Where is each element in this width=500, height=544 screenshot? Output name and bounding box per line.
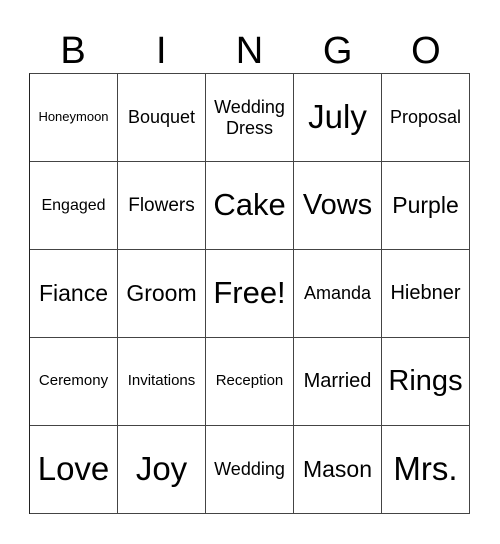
bingo-cell[interactable]: Ceremony xyxy=(30,338,118,426)
header-letter-o: O xyxy=(411,30,441,72)
cell-text: Love xyxy=(37,450,110,488)
cell-text: Married xyxy=(303,370,372,393)
cell-text: Honeymoon xyxy=(38,109,109,125)
cell-text: Mrs. xyxy=(393,450,458,488)
bingo-cell[interactable]: Fiance xyxy=(30,250,118,338)
bingo-cell[interactable]: Mrs. xyxy=(382,426,470,514)
header-letter-i: I xyxy=(156,30,167,72)
bingo-cell[interactable]: Rings xyxy=(382,338,470,426)
header-letter-g: G xyxy=(322,30,353,72)
bingo-cell[interactable]: Purple xyxy=(382,162,470,250)
cell-text: Vows xyxy=(302,189,373,222)
cell-text: Flowers xyxy=(128,194,195,216)
cell-text: Fiance xyxy=(38,279,109,306)
header-letter-n: N xyxy=(235,30,264,72)
bingo-cell[interactable]: Cake xyxy=(206,162,294,250)
free-space-cell[interactable]: Free! xyxy=(206,250,294,338)
cell-text: Purple xyxy=(392,191,459,218)
cell-text: Mason xyxy=(302,455,373,482)
cell-text: Bouquet xyxy=(127,107,196,128)
cell-text: Proposal xyxy=(389,107,462,128)
bingo-board: Honeymoon Bouquet Wedding Dress July Pro… xyxy=(29,73,470,514)
bingo-cell[interactable]: Love xyxy=(30,426,118,514)
cell-text: Cake xyxy=(213,187,286,223)
bingo-cell[interactable]: Married xyxy=(294,338,382,426)
cell-text: Reception xyxy=(215,372,284,390)
bingo-cell[interactable]: Wedding xyxy=(206,426,294,514)
bingo-cell[interactable]: Honeymoon xyxy=(30,74,118,162)
header-letter-b: B xyxy=(60,30,86,72)
bingo-cell[interactable]: Proposal xyxy=(382,74,470,162)
bingo-cell[interactable]: Mason xyxy=(294,426,382,514)
cell-text: Joy xyxy=(135,450,188,488)
cell-text: Free! xyxy=(213,275,286,311)
cell-text: Wedding xyxy=(214,459,285,480)
bingo-cell[interactable]: Flowers xyxy=(118,162,206,250)
cell-text: Groom xyxy=(126,279,197,306)
cell-text: Invitations xyxy=(127,372,196,390)
cell-text: July xyxy=(308,98,367,136)
cell-text: Amanda xyxy=(303,283,372,304)
bingo-cell[interactable]: Groom xyxy=(118,250,206,338)
bingo-header: B I N G O xyxy=(29,28,470,74)
cell-text: Ceremony xyxy=(38,372,109,390)
bingo-cell[interactable]: Hiebner xyxy=(382,250,470,338)
cell-text: Rings xyxy=(388,365,463,398)
bingo-cell[interactable]: Engaged xyxy=(30,162,118,250)
bingo-cell[interactable]: July xyxy=(294,74,382,162)
bingo-cell[interactable]: Reception xyxy=(206,338,294,426)
bingo-cell[interactable]: Bouquet xyxy=(118,74,206,162)
bingo-cell[interactable]: Vows xyxy=(294,162,382,250)
bingo-cell[interactable]: Joy xyxy=(118,426,206,514)
cell-text: Engaged xyxy=(41,196,106,214)
cell-text: Hiebner xyxy=(390,282,461,305)
cell-text: Wedding Dress xyxy=(214,97,285,138)
bingo-cell[interactable]: Wedding Dress xyxy=(206,74,294,162)
bingo-cell[interactable]: Invitations xyxy=(118,338,206,426)
bingo-cell[interactable]: Amanda xyxy=(294,250,382,338)
